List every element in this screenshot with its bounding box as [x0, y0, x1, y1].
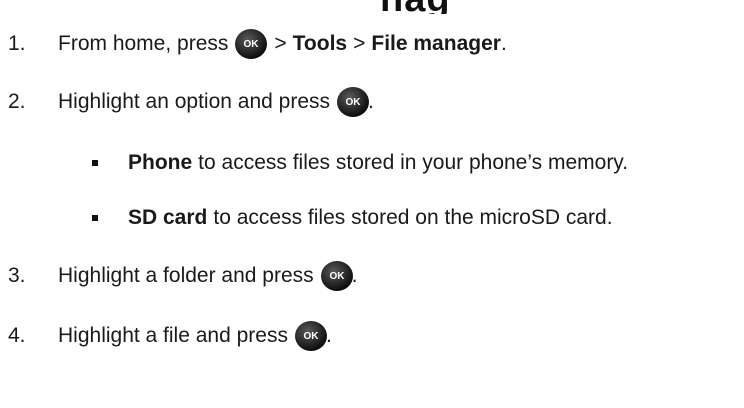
svg-text:OK: OK [346, 97, 362, 108]
step-number: 1. [8, 32, 26, 55]
svg-text:OK: OK [329, 271, 345, 282]
ok-key-icon: OK [320, 260, 354, 292]
option-label: SD card [128, 206, 208, 229]
bullet-icon [92, 215, 98, 221]
ok-key-icon: OK [294, 320, 328, 352]
step-text: Highlight an option and press [58, 90, 331, 113]
step-number: 2. [8, 90, 26, 113]
option-description: to access files stored in your phone’s m… [198, 151, 629, 174]
svg-text:OK: OK [244, 39, 260, 50]
step-text: Highlight a folder and press [58, 264, 314, 287]
option-label: Phone [128, 151, 193, 174]
step-number: 4. [8, 324, 26, 347]
step-text: Highlight a file and press [58, 324, 288, 347]
separator: > [353, 32, 366, 55]
menu-tools: Tools [292, 32, 348, 55]
ok-key-icon: OK [336, 86, 370, 118]
heading-fragment: nag [380, 0, 451, 14]
option-description: to access files stored on the microSD ca… [213, 206, 613, 229]
ok-key-icon: OK [234, 28, 268, 60]
step-text: From home, press [58, 32, 229, 55]
svg-text:OK: OK [303, 331, 319, 342]
cutoff-heading: nag [0, 0, 744, 14]
menu-file-manager: File manager [371, 32, 501, 55]
step-number: 3. [8, 264, 26, 287]
separator: > [274, 32, 287, 55]
bullet-icon [92, 160, 98, 166]
period: . [500, 32, 507, 55]
